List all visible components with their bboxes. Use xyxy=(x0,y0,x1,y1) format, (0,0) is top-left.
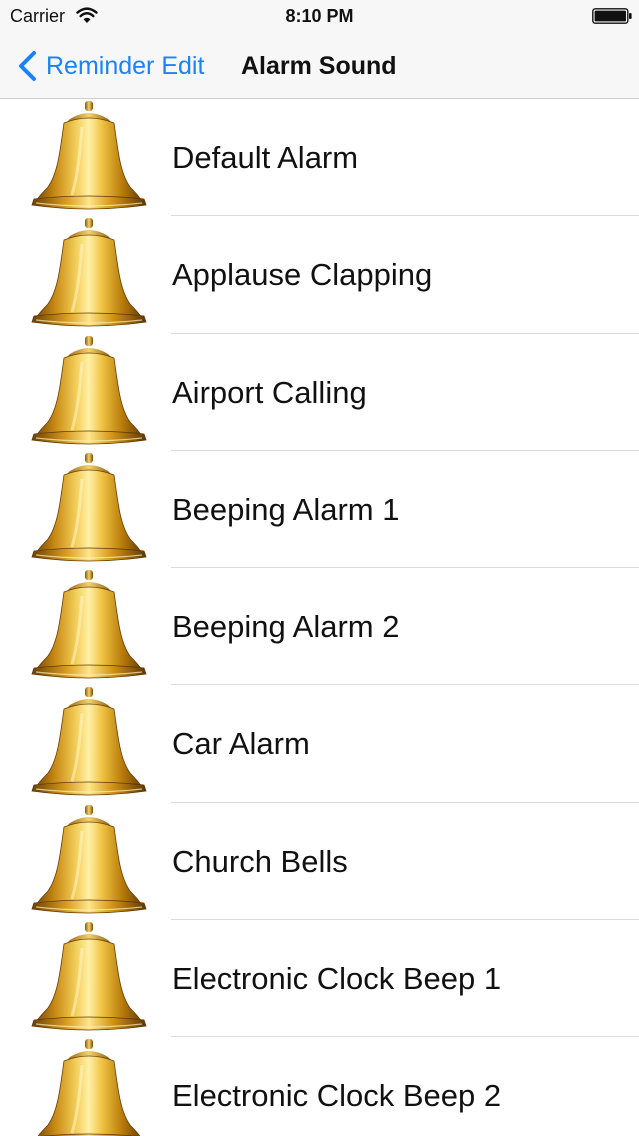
list-item[interactable]: Applause Clapping xyxy=(0,216,639,334)
alarm-sound-list: Default Alarm Applause Clapping Airport … xyxy=(0,99,639,1136)
list-item[interactable]: Beeping Alarm 2 xyxy=(0,568,639,686)
list-item[interactable]: Church Bells xyxy=(0,803,639,921)
bell-icon xyxy=(30,922,148,1034)
list-item[interactable]: Electronic Clock Beep 1 xyxy=(0,920,639,1038)
list-item[interactable]: Airport Calling xyxy=(0,334,639,451)
bell-icon xyxy=(30,218,148,330)
list-item-label: Default Alarm xyxy=(172,140,359,175)
back-button-label: Reminder Edit xyxy=(46,51,205,80)
bell-icon xyxy=(30,570,148,682)
alarm-sound-screen: Carrier 8:10 PM Reminder Edit Alarm Soun… xyxy=(0,0,639,1136)
bell-icon xyxy=(30,805,148,917)
list-item-label: Electronic Clock Beep 1 xyxy=(172,961,502,997)
page-title: Alarm Sound xyxy=(241,52,397,80)
list-item-label: Beeping Alarm 2 xyxy=(172,609,400,645)
bell-icon xyxy=(30,687,148,799)
back-button[interactable]: Reminder Edit xyxy=(16,50,204,82)
navigation-bar: Reminder Edit Alarm Sound xyxy=(0,34,639,98)
clock-time: 8:10 PM xyxy=(285,6,354,26)
list-item[interactable]: Electronic Clock Beep 2 xyxy=(0,1037,639,1136)
list-item[interactable]: Beeping Alarm 1 xyxy=(0,451,639,569)
list-item-label: Church Bells xyxy=(172,843,348,879)
list-item[interactable]: Default Alarm xyxy=(0,99,639,217)
list-item-label: Airport Calling xyxy=(172,374,367,410)
list-item-label: Applause Clapping xyxy=(172,257,433,293)
top-bar: Carrier 8:10 PM Reminder Edit Alarm Soun… xyxy=(0,0,639,99)
battery-icon xyxy=(592,8,632,24)
bell-icon xyxy=(30,453,148,565)
list-item[interactable]: Car Alarm xyxy=(0,685,639,803)
bell-icon xyxy=(30,1039,148,1136)
chevron-left-icon xyxy=(19,51,36,81)
list-item-label: Beeping Alarm 1 xyxy=(172,491,400,527)
bell-icon xyxy=(30,336,148,448)
list-item-label: Electronic Clock Beep 2 xyxy=(172,1078,502,1114)
status-bar: Carrier 8:10 PM xyxy=(0,0,639,34)
bell-icon xyxy=(30,101,148,213)
list-item-label: Car Alarm xyxy=(172,726,310,762)
